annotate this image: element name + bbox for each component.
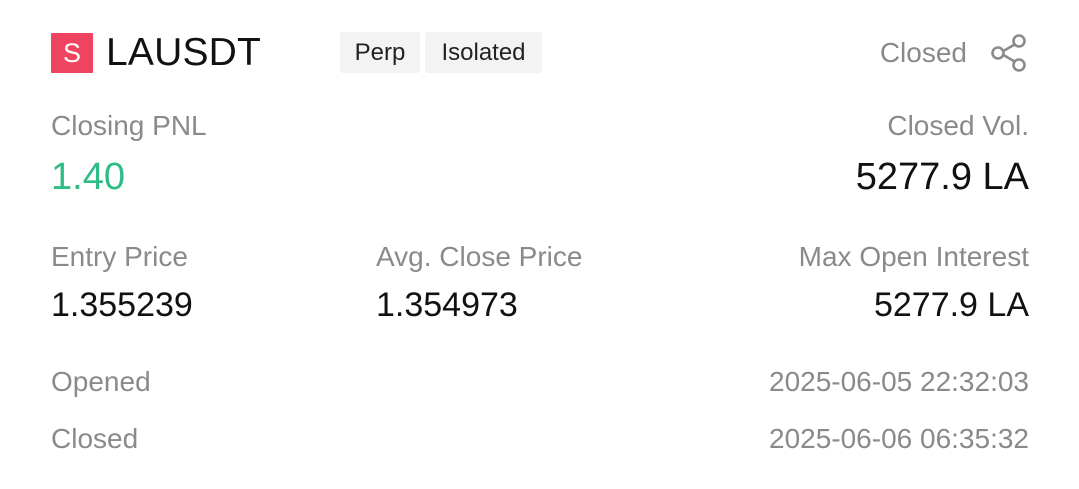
avg-close-price-label: Avg. Close Price <box>376 241 583 272</box>
closed-volume-value: 5277.9 LA <box>855 156 1029 198</box>
max-open-interest-value: 5277.9 LA <box>873 286 1029 324</box>
share-button[interactable] <box>989 33 1029 73</box>
opened-label: Opened <box>51 366 151 397</box>
tag-perp: Perp <box>340 32 420 73</box>
position-status: Closed <box>879 37 967 68</box>
share-icon <box>991 34 1026 72</box>
tag-margin-mode: Isolated <box>425 32 542 73</box>
entry-price-label: Entry Price <box>51 241 188 272</box>
position-symbol: LAUSDT <box>106 31 262 74</box>
closing-pnl-label: Closing PNL <box>51 110 207 141</box>
max-open-interest-label: Max Open Interest <box>798 241 1029 272</box>
closed-label: Closed <box>51 423 139 454</box>
opened-timestamp: 2025-06-05 22:32:03 <box>769 366 1029 397</box>
closed-timestamp: 2025-06-06 06:35:32 <box>769 423 1029 454</box>
entry-price-value: 1.355239 <box>51 286 193 324</box>
closed-volume-label: Closed Vol. <box>887 110 1029 141</box>
avg-close-price-value: 1.354973 <box>376 286 518 324</box>
closed-position-card[interactable]: S LAUSDT Perp Isolated Closed Closing PN… <box>0 0 1079 489</box>
side-badge-short: S <box>51 33 93 73</box>
closing-pnl-value: 1.40 <box>51 156 125 198</box>
